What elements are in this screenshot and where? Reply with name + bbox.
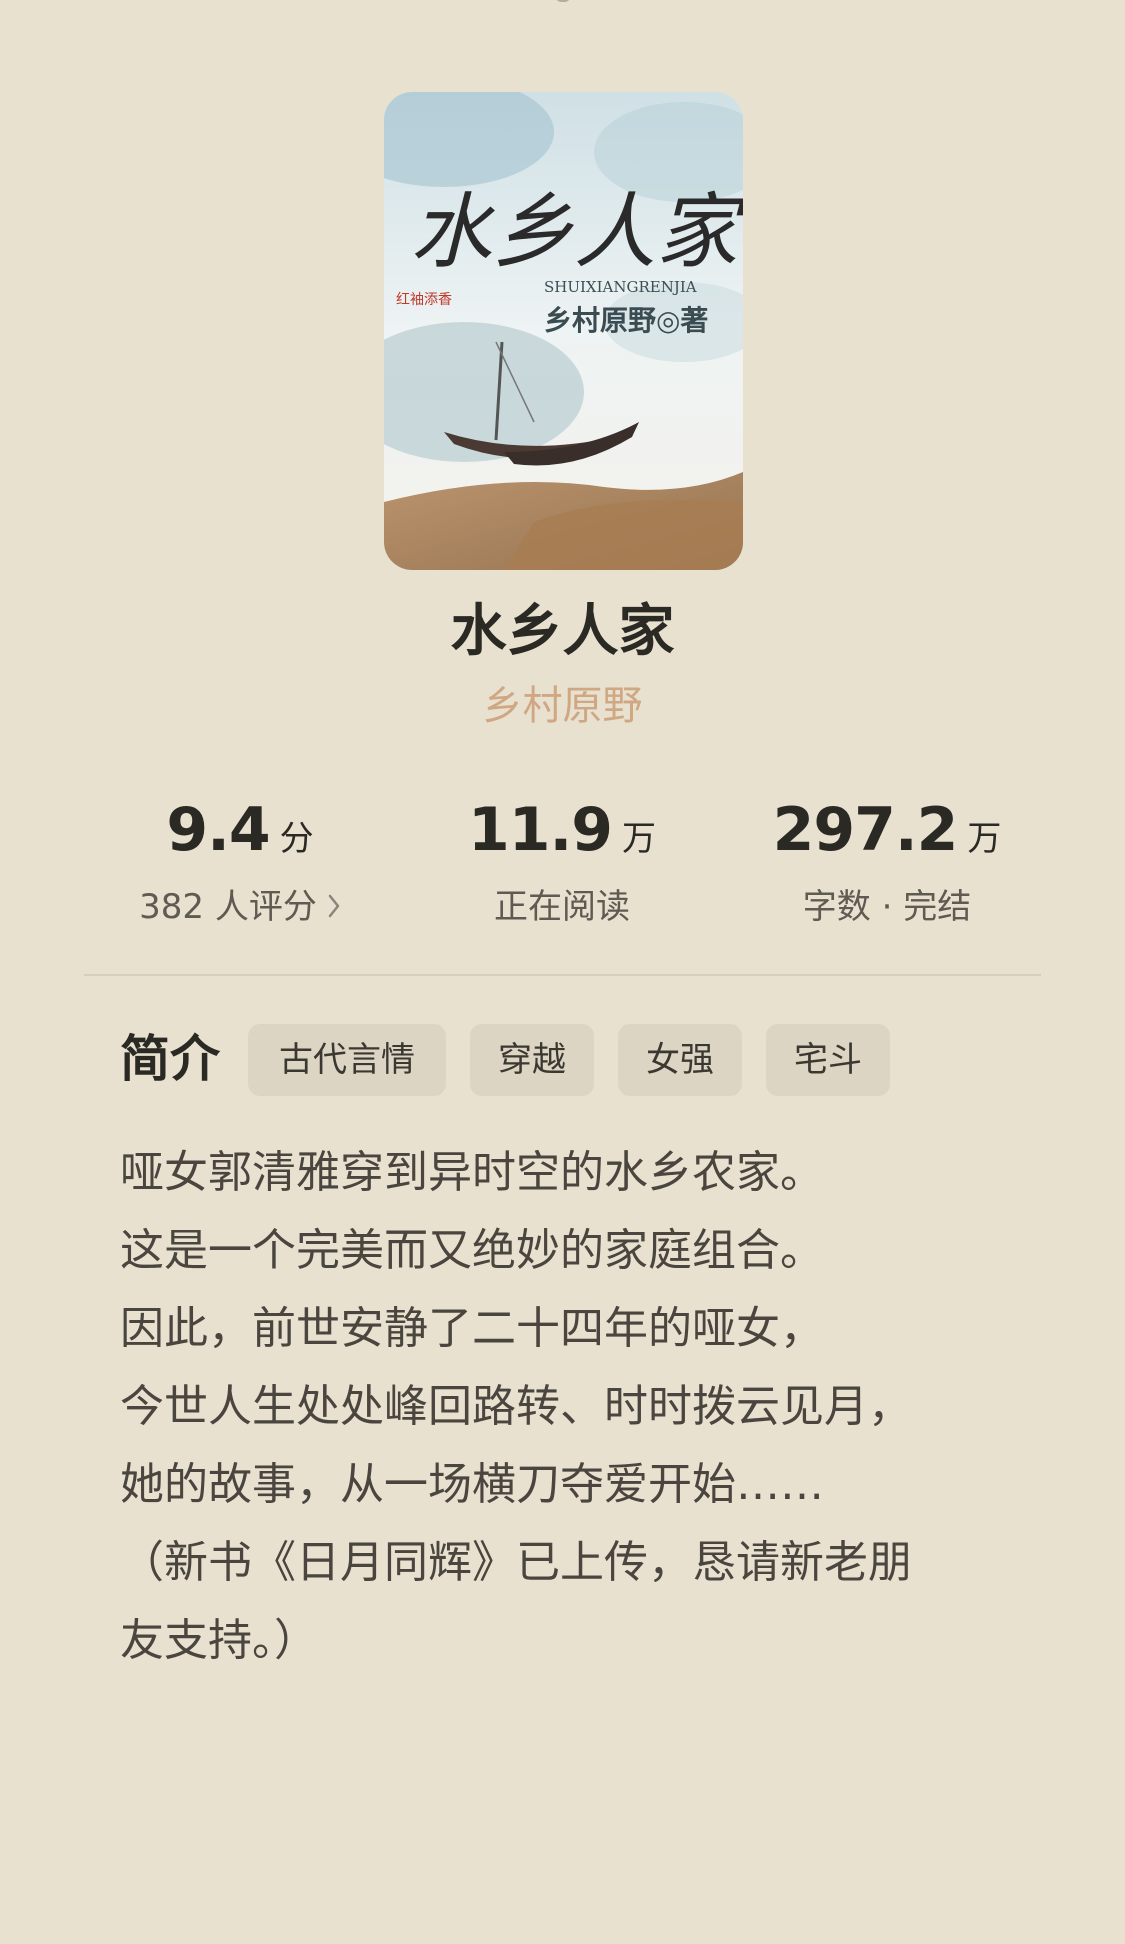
- cover-calligraphy: 水乡人家: [410, 185, 743, 280]
- rating-count-label: 382 人评分: [139, 887, 317, 927]
- tag-household-intrigue[interactable]: 宅斗: [766, 1024, 890, 1096]
- rating-value: 9.4: [166, 795, 270, 865]
- synopsis: 哑女郭清雅穿到异时空的水乡农家。 这是一个完美而又绝妙的家庭组合。 因此，前世安…: [120, 1134, 1020, 1680]
- synopsis-line: 因此，前世安静了二十四年的哑女，: [120, 1303, 824, 1354]
- intro-heading: 简介: [120, 1030, 220, 1088]
- synopsis-line: 哑女郭清雅穿到异时空的水乡农家。: [120, 1147, 824, 1198]
- synopsis-line: （新书《日月同辉》已上传，恳请新老朋: [120, 1537, 912, 1588]
- synopsis-line: 这是一个完美而又绝妙的家庭组合。: [120, 1225, 824, 1276]
- word-count-value: 297.2: [772, 795, 959, 865]
- readers-value: 11.9: [467, 795, 613, 865]
- synopsis-line: 今世人生处处峰回路转、时时拨云见月，: [120, 1381, 912, 1432]
- synopsis-line: 她的故事，从一场横刀夺爱开始……: [120, 1459, 824, 1510]
- cover-author-line: 乡村原野◎著: [544, 304, 708, 337]
- stat-readers: 11.9 万 正在阅读: [412, 795, 712, 935]
- stat-word-count: 297.2 万 字数 · 完结: [737, 795, 1037, 935]
- stat-rating[interactable]: 9.4 分 382 人评分: [90, 795, 390, 935]
- rating-unit: 分: [279, 819, 314, 859]
- cover-publisher-mark: 红袖添香: [396, 292, 452, 308]
- readers-label: 正在阅读: [494, 887, 630, 927]
- readers-unit: 万: [622, 819, 657, 859]
- tag-time-travel[interactable]: 穿越: [470, 1024, 594, 1096]
- word-count-label: 字数 · 完结: [802, 887, 972, 927]
- tag-strong-female[interactable]: 女强: [618, 1024, 742, 1096]
- cover-art: 水乡人家 SHUIXIANGRENJIA 乡村原野◎著 红袖添香: [384, 92, 743, 570]
- top-handle: [556, 0, 570, 2]
- chevron-right-icon: [328, 894, 340, 917]
- book-author[interactable]: 乡村原野: [0, 678, 1125, 734]
- book-cover[interactable]: 水乡人家 SHUIXIANGRENJIA 乡村原野◎著 红袖添香: [384, 92, 743, 570]
- book-title: 水乡人家: [450, 599, 675, 664]
- cover-pinyin: SHUIXIANGRENJIA: [544, 278, 697, 296]
- tag-ancient-romance[interactable]: 古代言情: [248, 1024, 446, 1096]
- synopsis-line: 友支持。）: [120, 1615, 318, 1666]
- divider: [84, 974, 1041, 976]
- word-count-unit: 万: [967, 819, 1002, 859]
